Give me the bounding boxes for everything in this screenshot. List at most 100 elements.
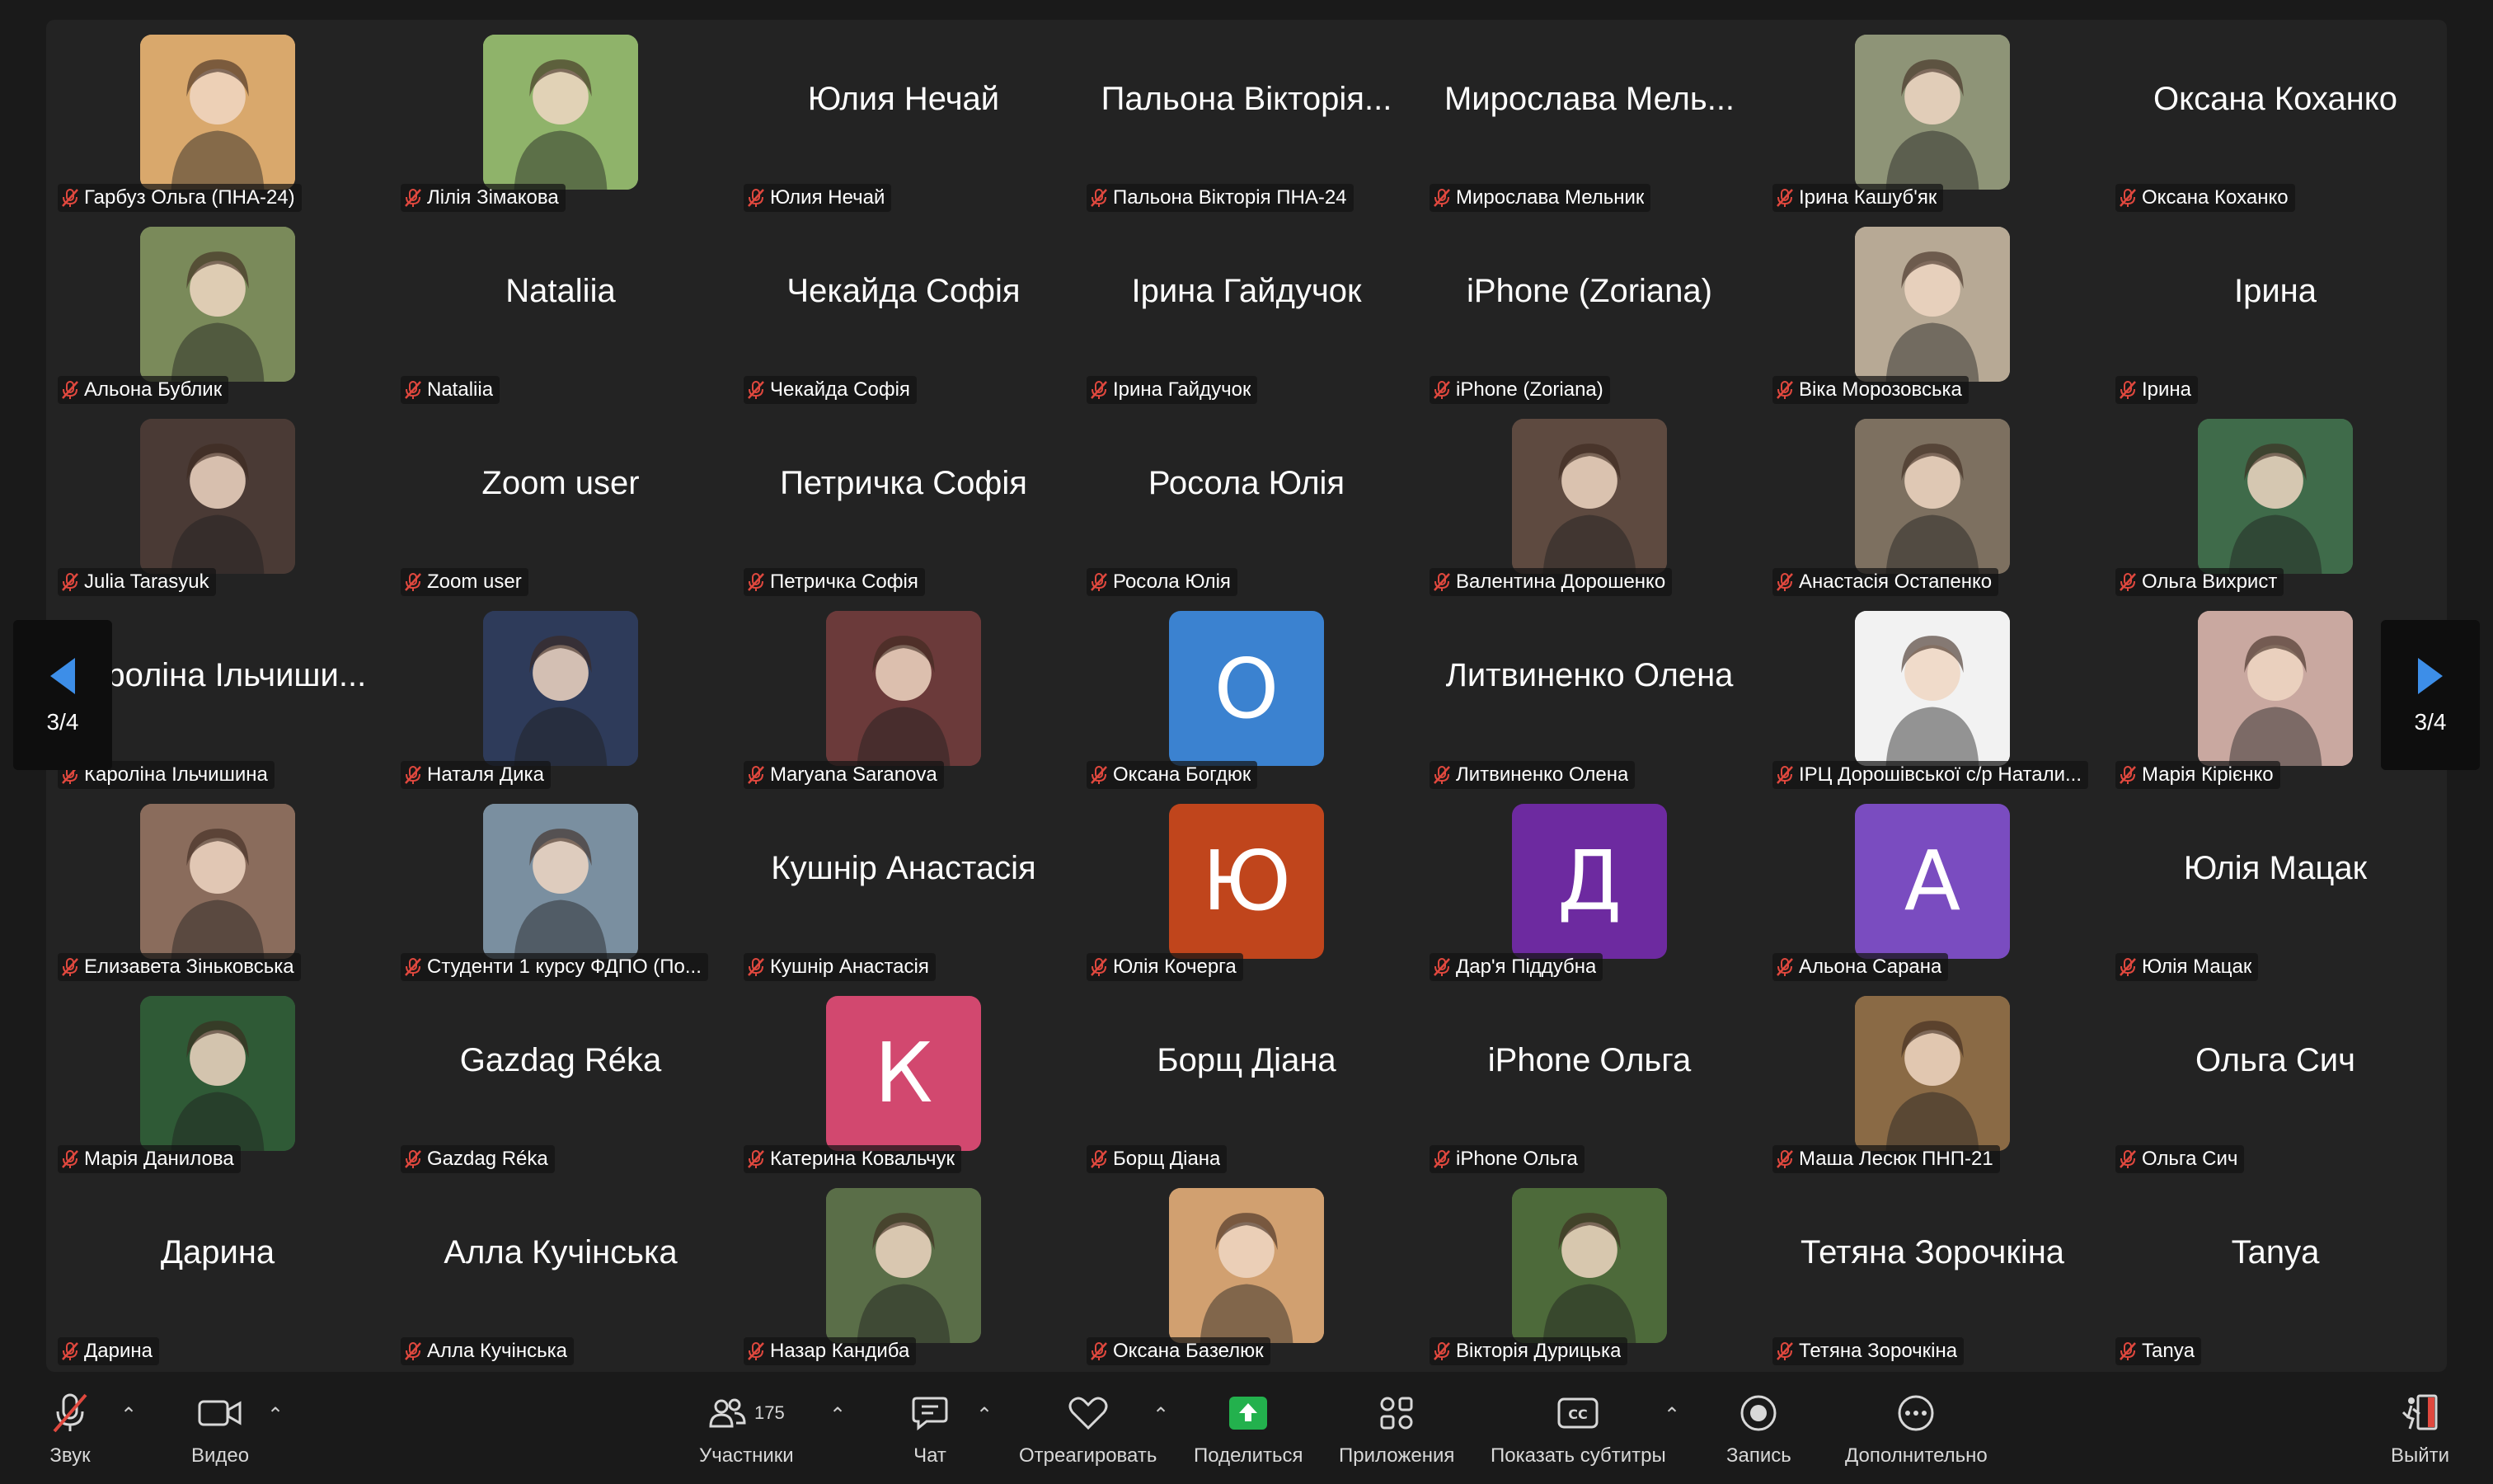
participant-name: Gazdag Réka [427, 1147, 548, 1170]
muted-microphone-icon [1434, 765, 1450, 784]
participant-avatar [1855, 611, 2010, 767]
participant-tile[interactable]: Гарбуз Ольга (ПНА-24) [46, 23, 389, 215]
participant-tile[interactable]: Лілія Зімакова [389, 23, 732, 215]
participant-tile[interactable]: Дарина Дарина [46, 1176, 389, 1369]
participant-name: Росола Юлія [1113, 571, 1231, 594]
participant-tile[interactable]: Наталя Дика [389, 599, 732, 791]
muted-microphone-icon [405, 1149, 421, 1168]
participant-tile[interactable]: iPhone (Zoriana) iPhone (Zoriana) [1418, 215, 1761, 407]
participant-tile[interactable]: Вікторія Дурицька [1418, 1176, 1761, 1369]
participant-tile[interactable]: Студенти 1 курсу ФДПО (По... [389, 792, 732, 984]
sound-button[interactable]: Звук [49, 1390, 91, 1468]
person-silhouette-icon [1855, 419, 2010, 575]
participant-tile[interactable]: Ольга Вихрист [2104, 407, 2447, 599]
captions-button[interactable]: CC Показать субтитры [1491, 1390, 1666, 1468]
participant-tile[interactable]: Анастасія Остапенко [1761, 407, 2104, 599]
page-indicator: 3/4 [2414, 709, 2447, 735]
participant-display-name: Ірина Гайдучок [1131, 273, 1362, 310]
participant-tile[interactable]: Ірина Кашуб'як [1761, 23, 2104, 215]
participant-tile[interactable]: Оксана Базелюк [1075, 1176, 1418, 1369]
participant-name-label: Tanya [2115, 1336, 2202, 1365]
participant-name: Ірина [2142, 378, 2192, 402]
muted-microphone-icon [1777, 189, 1793, 208]
participant-tile[interactable]: Алла Кучінська Алла Кучінська [389, 1176, 732, 1369]
meeting-toolbar: Звук ⌃ Видео ⌃ 175 Участники ⌃ Чат ⌃ Отр… [0, 1378, 2493, 1484]
participants-button[interactable]: 175 Участники [699, 1390, 794, 1468]
participant-tile[interactable]: К Катерина Ковальчук [732, 984, 1075, 1176]
participant-name-label: Оксана Базелюк [1087, 1336, 1270, 1365]
participant-tile[interactable]: Maryana Saranova [732, 599, 1075, 791]
participant-tile[interactable]: iPhone Ольга iPhone Ольга [1418, 984, 1761, 1176]
muted-microphone-icon [748, 189, 764, 208]
participant-tile[interactable]: Назар Кандиба [732, 1176, 1075, 1369]
apps-button[interactable]: Приложения [1339, 1390, 1454, 1468]
participant-tile[interactable]: Ю Юлія Кочерга [1075, 792, 1418, 984]
participant-tile[interactable]: Росола Юлія Росола Юлія [1075, 407, 1418, 599]
participant-tile[interactable]: А Альона Сарана [1761, 792, 2104, 984]
previous-page-button[interactable]: 3/4 [13, 620, 112, 770]
participant-tile[interactable]: Gazdag Réka Gazdag Réka [389, 984, 732, 1176]
react-button[interactable]: Отреагировать [1019, 1390, 1157, 1468]
video-button[interactable]: Видео [191, 1390, 249, 1468]
participant-tile[interactable]: ІРЦ Дорошівської с/р Натали... [1761, 599, 2104, 791]
captions-options-caret[interactable]: ⌃ [1664, 1403, 1680, 1427]
participant-tile[interactable]: Ірина Ірина [2104, 215, 2447, 407]
participant-tile[interactable]: Мирослава Мель... Мирослава Мельник [1418, 23, 1761, 215]
participant-tile[interactable]: Юлия Нечай Юлия Нечай [732, 23, 1075, 215]
participant-tile[interactable]: Борщ Діана Борщ Діана [1075, 984, 1418, 1176]
participant-tile[interactable]: Маша Лесюк ПНП-21 [1761, 984, 2104, 1176]
participant-tile[interactable]: О Оксана Богдюк [1075, 599, 1418, 791]
participant-tile[interactable]: Чекайда Софія Чекайда Софія [732, 215, 1075, 407]
participant-display-name: iPhone (Zoriana) [1467, 273, 1712, 310]
participant-tile[interactable]: Zoom user Zoom user [389, 407, 732, 599]
participant-avatar [140, 419, 295, 575]
participant-tile[interactable]: Кушнір Анастасія Кушнір Анастасія [732, 792, 1075, 984]
muted-microphone-icon [1777, 957, 1793, 976]
participant-tile[interactable]: Оксана Коханко Оксана Коханко [2104, 23, 2447, 215]
participant-tile[interactable]: Юлія Мацак Юлія Мацак [2104, 792, 2447, 984]
participant-name: Маша Лесюк ПНП-21 [1799, 1147, 1993, 1170]
participant-name-label: Вікторія Дурицька [1430, 1336, 1628, 1365]
participant-tile[interactable]: Пальона Вікторія... Пальона Вікторія ПНА-… [1075, 23, 1418, 215]
person-silhouette-icon [1169, 1187, 1324, 1343]
share-button[interactable]: Поделиться [1194, 1390, 1303, 1468]
participant-name: Елизавета Зіньковська [84, 955, 294, 978]
participant-display-name: Юлия Нечай [807, 81, 1000, 117]
participant-tile[interactable]: Литвиненко Олена Литвиненко Олена [1418, 599, 1761, 791]
participant-tile[interactable]: Тетяна Зорочкіна Тетяна Зорочкіна [1761, 1176, 2104, 1369]
participant-tile[interactable]: Tanya Tanya [2104, 1176, 2447, 1369]
apps-icon [1380, 1397, 1413, 1430]
record-button[interactable]: Запись [1726, 1390, 1791, 1468]
participant-name-label: Ірина [2115, 376, 2199, 405]
chat-options-caret[interactable]: ⌃ [976, 1403, 993, 1427]
participant-name-label: Zoom user [401, 568, 528, 597]
participant-name: Віка Морозовська [1799, 378, 1962, 402]
muted-microphone-icon [405, 573, 421, 592]
more-button[interactable]: Дополнительно [1845, 1390, 1988, 1468]
participant-display-name: Мирослава Мель... [1444, 81, 1735, 117]
participant-tile[interactable]: Д Дар'я Піддубна [1418, 792, 1761, 984]
participant-tile[interactable]: Ірина Гайдучок Ірина Гайдучок [1075, 215, 1418, 407]
sound-options-caret[interactable]: ⌃ [120, 1403, 137, 1427]
muted-microphone-icon [2120, 957, 2136, 976]
participant-tile[interactable]: Ольга Сич Ольга Сич [2104, 984, 2447, 1176]
participant-avatar [483, 803, 638, 959]
react-options-caret[interactable]: ⌃ [1153, 1403, 1169, 1427]
participant-tile[interactable]: Nataliia Nataliia [389, 215, 732, 407]
leave-button[interactable]: Выйти [2391, 1390, 2449, 1468]
participant-name: Гарбуз Ольга (ПНА-24) [84, 186, 295, 209]
participants-options-caret[interactable]: ⌃ [829, 1403, 846, 1427]
participant-tile[interactable]: Марія Данилова [46, 984, 389, 1176]
next-page-button[interactable]: 3/4 [2381, 620, 2480, 770]
participant-name-label: Дар'я Піддубна [1430, 952, 1603, 981]
participant-tile[interactable]: Альона Бублик [46, 215, 389, 407]
video-options-caret[interactable]: ⌃ [267, 1403, 284, 1427]
more-icon [1898, 1395, 1934, 1431]
participant-name: Оксана Богдюк [1113, 763, 1251, 786]
participant-tile[interactable]: Julia Tarasyuk [46, 407, 389, 599]
participant-tile[interactable]: Петричка Софія Петричка Софія [732, 407, 1075, 599]
chat-button[interactable]: Чат [910, 1390, 950, 1468]
participant-tile[interactable]: Валентина Дорошенко [1418, 407, 1761, 599]
participant-tile[interactable]: Елизавета Зіньковська [46, 792, 389, 984]
participant-tile[interactable]: Віка Морозовська [1761, 215, 2104, 407]
